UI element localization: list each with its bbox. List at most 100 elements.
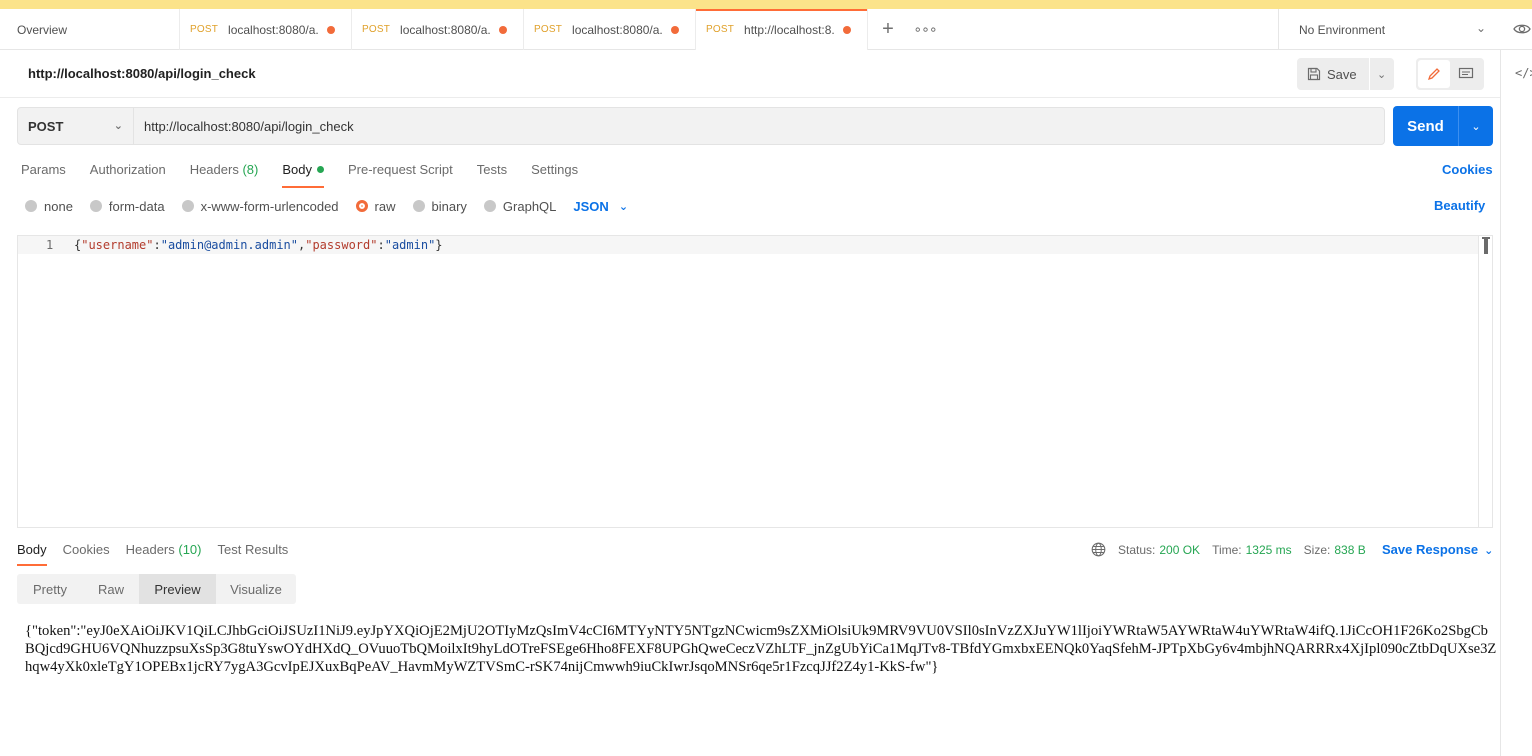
radio-graphql[interactable]: GraphQL xyxy=(483,198,557,214)
method-value: POST xyxy=(28,118,64,134)
request-tab-active[interactable]: POST http://localhost:8... xyxy=(696,9,868,50)
time-value[interactable]: 1325 ms xyxy=(1246,543,1292,557)
beautify-button[interactable]: Beautify xyxy=(1434,198,1485,213)
brace-close: } xyxy=(435,238,443,252)
radio-circle-icon xyxy=(89,200,102,212)
new-tab-plus-icon[interactable]: + xyxy=(868,9,908,49)
save-options-chevron-icon[interactable]: ⌄ xyxy=(1370,58,1394,90)
status-value[interactable]: 200 OK xyxy=(1159,543,1200,557)
unsaved-dot-icon xyxy=(671,25,679,34)
radio-raw[interactable]: raw xyxy=(355,198,396,214)
tab-headers-label: Headers xyxy=(189,162,239,177)
right-sidebar: </> xyxy=(1500,50,1532,756)
comments-icon[interactable] xyxy=(1450,60,1482,88)
view-raw[interactable]: Raw xyxy=(83,574,139,604)
send-button[interactable]: Send xyxy=(1393,106,1459,146)
radio-label: none xyxy=(44,198,73,214)
chevron-down-icon: ⌄ xyxy=(618,200,629,213)
request-title[interactable]: http://localhost:8080/api/login_check xyxy=(28,66,256,81)
time-label: Time: xyxy=(1212,542,1242,557)
url-value: http://localhost:8080/api/login_check xyxy=(144,118,354,134)
colon: : xyxy=(377,238,385,252)
tab-label: Overview xyxy=(17,22,68,37)
url-input[interactable]: http://localhost:8080/api/login_check xyxy=(134,108,1384,144)
globe-icon[interactable] xyxy=(1091,542,1106,557)
radio-circle-icon xyxy=(181,200,194,212)
response-tab-body[interactable]: Body xyxy=(17,542,47,566)
response-preview-text: {"token":"eyJ0eXAiOiJKV1QiLCJhbGciOiJSUz… xyxy=(25,623,1497,675)
response-tab-headers[interactable]: Headers (10) xyxy=(126,542,202,566)
save-response-button[interactable]: Save Response ⌄ xyxy=(1382,542,1493,557)
size-value[interactable]: 838 B xyxy=(1334,543,1365,557)
radio-none[interactable]: none xyxy=(25,199,73,214)
radio-selected-icon xyxy=(355,200,368,212)
edit-mode-toggle xyxy=(1416,58,1484,90)
json-key: "username" xyxy=(81,238,154,252)
response-tab-cookies[interactable]: Cookies xyxy=(63,542,110,566)
save-button-group: Save ⌄ xyxy=(1297,58,1394,90)
response-tab-test-results[interactable]: Test Results xyxy=(218,542,289,566)
eye-icon[interactable] xyxy=(1512,19,1532,39)
tab-method: POST xyxy=(534,24,563,35)
response-tabs: Body Cookies Headers (10) Test Results xyxy=(17,542,304,566)
tab-prerequest-script[interactable]: Pre-request Script xyxy=(348,162,453,188)
cookies-link[interactable]: Cookies xyxy=(1442,162,1493,177)
json-value: "admin@admin.admin" xyxy=(160,238,298,252)
tab-authorization[interactable]: Authorization xyxy=(90,162,166,188)
save-button[interactable]: Save xyxy=(1297,58,1370,90)
tab-method: POST xyxy=(362,24,391,35)
request-tab[interactable]: POST localhost:8080/a... xyxy=(180,9,352,50)
tab-bar: Overview POST localhost:8080/a... POST l… xyxy=(0,9,1532,50)
tab-params[interactable]: Params xyxy=(21,162,66,188)
body-type-radios: none form-data x-www-form-urlencoded raw… xyxy=(25,198,628,214)
tab-label: localhost:8080/a... xyxy=(228,22,319,37)
radio-form-data[interactable]: form-data xyxy=(89,198,165,214)
radio-circle-icon xyxy=(412,200,425,212)
unsaved-dot-icon xyxy=(327,25,335,34)
radio-binary[interactable]: binary xyxy=(412,198,467,214)
chevron-down-icon: ⌄ xyxy=(1484,545,1494,557)
body-indicator-dot-icon xyxy=(316,166,324,173)
url-bar: POST ⌄ http://localhost:8080/api/login_c… xyxy=(17,107,1385,145)
colon: : xyxy=(153,238,161,252)
more-tabs-icon[interactable]: ∘∘∘ xyxy=(908,9,942,49)
request-tab[interactable]: POST localhost:8080/a... xyxy=(524,9,696,50)
tab-label: localhost:8080/a... xyxy=(400,22,491,37)
tab-settings[interactable]: Settings xyxy=(531,162,578,188)
divider xyxy=(0,97,1500,98)
radio-label: binary xyxy=(431,198,467,214)
tab-body[interactable]: Body xyxy=(282,162,324,188)
send-options-chevron-icon[interactable]: ⌄ xyxy=(1459,106,1493,146)
response-status-bar: Status: 200 OK Time: 1325 ms Size: 838 B xyxy=(1091,542,1378,557)
environment-selector[interactable]: No Environment ⌄ xyxy=(1278,9,1500,50)
radio-urlencoded[interactable]: x-www-form-urlencoded xyxy=(181,199,339,214)
send-button-group: Send ⌄ xyxy=(1393,106,1493,146)
tab-label: http://localhost:8... xyxy=(744,22,835,37)
editor-scrollbar[interactable] xyxy=(1478,236,1493,527)
editor-code-line: {"username":"admin@admin.admin","passwor… xyxy=(74,238,443,252)
tab-label: localhost:8080/a... xyxy=(572,22,663,37)
body-editor[interactable]: 1 {"username":"admin@admin.admin","passw… xyxy=(17,235,1493,528)
response-tab-headers-label: Headers xyxy=(125,542,175,557)
scrollbar-thumb[interactable] xyxy=(1484,238,1488,254)
format-select[interactable]: JSON ⌄ xyxy=(573,199,628,214)
edit-pencil-icon[interactable] xyxy=(1418,60,1450,88)
environment-label: No Environment xyxy=(1299,22,1386,37)
method-select[interactable]: POST ⌄ xyxy=(18,108,134,144)
response-headers-count: (10) xyxy=(178,542,202,557)
view-visualize[interactable]: Visualize xyxy=(216,574,296,604)
status-label: Status: xyxy=(1118,542,1156,557)
tab-method: POST xyxy=(706,24,735,35)
tab-headers[interactable]: Headers (8) xyxy=(190,162,259,188)
radio-label: form-data xyxy=(108,198,165,214)
radio-label: GraphQL xyxy=(502,198,557,214)
chevron-down-icon: ⌄ xyxy=(1475,21,1486,35)
radio-label: raw xyxy=(374,198,396,214)
request-tab[interactable]: POST localhost:8080/a... xyxy=(352,9,524,50)
code-snippet-icon[interactable]: </> xyxy=(1515,66,1532,80)
view-pretty[interactable]: Pretty xyxy=(17,574,83,604)
tab-overview[interactable]: Overview xyxy=(0,9,180,50)
tab-tests[interactable]: Tests xyxy=(477,162,507,188)
view-preview[interactable]: Preview xyxy=(139,574,216,604)
line-number: 1 xyxy=(46,238,54,252)
